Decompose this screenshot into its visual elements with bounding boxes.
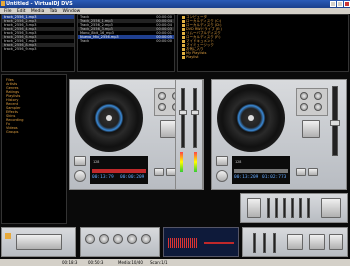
eq-knob[interactable] [99,234,109,244]
remaining-time: 00:00:209 [120,175,145,180]
elapsed-time: 00:13:79 [92,175,114,180]
fader-handle[interactable] [179,110,187,115]
sampler-slider[interactable] [267,198,270,218]
app-icon [1,1,5,6]
title-bar: Untitled - VirtualDJ DVS [0,0,350,8]
logo-icon [5,233,11,239]
vu-meter [180,152,183,172]
tree-item[interactable]: Playlist [178,55,348,59]
cue-button[interactable] [216,156,228,166]
channel-fader[interactable] [181,88,185,148]
status-a: 00:18:3 [62,260,78,265]
spindle-icon [248,115,254,121]
side-nav: Files Artists Genres Ratings Playlists H… [1,74,67,224]
deck-display: 128 00:13:79 00:00:209 [90,156,148,184]
window-title: Untitled - VirtualDJ DVS [6,1,73,7]
fx-knob[interactable] [158,103,166,111]
eq-knob[interactable] [85,234,95,244]
folder-icon [182,55,185,59]
eq-knob[interactable] [127,234,137,244]
eq-panel [80,227,160,257]
fx-knob[interactable] [314,92,322,100]
master-slider[interactable] [253,233,256,253]
sampler-button[interactable] [321,198,341,218]
master-panel [242,227,348,257]
track-time: 00:00:00 [156,39,172,43]
play-button[interactable] [74,170,86,182]
fx-knob[interactable] [300,92,308,100]
cue-button[interactable] [74,156,86,166]
status-bar: 00:18:3 00:50:3 Media:10/40 Scan:1/1 [0,259,350,266]
waveform-bars [168,238,198,248]
loop-button[interactable] [308,168,318,176]
master-slider[interactable] [263,233,266,253]
master-button[interactable] [309,234,325,250]
master-slider[interactable] [273,233,276,253]
close-button[interactable] [344,1,350,7]
master-button[interactable] [329,234,343,250]
waveform-line [204,242,234,244]
master-button[interactable] [287,234,303,250]
channel-fader[interactable] [193,88,197,148]
spindle-icon [106,115,112,121]
sampler-slider[interactable] [283,198,286,218]
eq-knob[interactable] [141,234,151,244]
minimize-button[interactable] [330,1,336,7]
deck-right: 128 00:13:209 01:02:773 [211,79,347,190]
status-d: Scan:1/1 [150,260,168,265]
nav-item[interactable]: Groups [2,130,66,134]
remaining-time: 01:02:773 [262,175,287,180]
status-c: Media:10/40 [118,260,143,265]
record-button[interactable] [16,234,62,250]
left-file-list: track_2556_1.mp3 track_2556_2.mp3 track_… [1,14,75,72]
vu-meter [194,152,197,172]
sampler-slider[interactable] [299,198,302,218]
maximize-button[interactable] [337,1,343,7]
sampler-slider[interactable] [275,198,278,218]
bpm-display: 128 [93,160,100,164]
waveform [92,169,146,173]
record-panel [1,227,76,257]
sampler-slider[interactable] [307,198,310,218]
loop-button[interactable] [296,168,306,176]
fx-knob[interactable] [158,92,166,100]
waveform [234,169,288,173]
sampler-panel [240,193,348,223]
waveform-overview [163,227,239,257]
effects-panel [296,88,328,116]
table-row[interactable]: Track 00:00:00 [78,39,174,43]
sync-button[interactable] [302,120,320,138]
eq-knob[interactable] [113,234,123,244]
list-item[interactable]: track_2556_9.mp3 [2,47,74,51]
fx-knob[interactable] [300,103,308,111]
track-name: Track [80,39,90,43]
status-b: 00:50:3 [88,260,104,265]
folder-tree: コンピュータ ローカルディスク (C:) ローカルディスク (D:) DVD R… [177,14,349,72]
mixer-center [175,79,203,190]
loop-button[interactable] [154,168,164,176]
deck-display: 128 00:13:209 01:02:773 [232,156,290,184]
pitch-handle[interactable] [330,120,340,126]
fx-knob[interactable] [314,103,322,111]
fader-handle[interactable] [191,110,199,115]
sampler-slider[interactable] [291,198,294,218]
play-button[interactable] [216,170,228,182]
elapsed-time: 00:13:209 [234,175,259,180]
sampler-button[interactable] [247,198,261,218]
bpm-display: 128 [235,160,242,164]
middle-track-list: Track 00:00:00 Track_2556_1.mp3 00:00:04… [77,14,175,72]
